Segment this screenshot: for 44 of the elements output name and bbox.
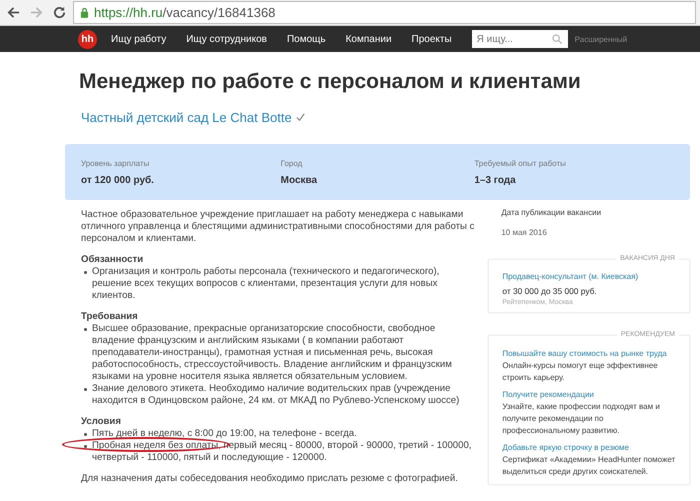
bullet-dot — [84, 388, 87, 391]
publication-date-label: Дата публикации вакансии — [501, 208, 602, 217]
nav-link[interactable]: Компании — [346, 34, 392, 44]
recommendation-link[interactable]: Получите рекомендации — [502, 390, 679, 399]
description-text: Частное образовательное учреждение приглашает на работу менеджера с навыками отличного управленца и блестящими административными способностями для работы с персоналом и клиентами. — [81, 209, 476, 245]
company-link[interactable]: Частный детский сад Le Chat Botte — [81, 110, 292, 125]
bullet-dot — [84, 445, 87, 448]
list-item-text: Пять дней в неделю, с 8:00 до 19:00, на телефоне - всегда. — [92, 428, 358, 440]
section-heading: Обязанности — [81, 254, 144, 266]
summary-value: от 120 000 руб. — [81, 175, 155, 186]
nav-link[interactable]: Ищу сотрудников — [186, 34, 267, 44]
salary-text: от 30 000 до 35 000 руб. — [502, 286, 598, 296]
summary-label: Уровень зарплаты — [81, 159, 150, 168]
search-field[interactable]: Я ищу... — [472, 30, 568, 48]
publication-date: 10 мая 2016 — [501, 228, 548, 237]
recommendation-text: Онлайн-курсы помогут еще эффективнее строить карьеру. — [502, 360, 659, 384]
vacancy-title: Менеджер по работе с персоналом и клиентами — [79, 70, 582, 94]
list-item-text: Пробная неделя без оплаты, первый месяц - 80000, второй - 90000, третий - 100000, четвертый - 110000, пятый и последующие - 120000. — [92, 440, 472, 464]
padlock-icon — [80, 7, 89, 18]
url-text: https://hh.ru/vacancy/16841368 — [94, 5, 276, 20]
address-bar[interactable]: https://hh.ru/vacancy/16841368 — [73, 1, 696, 24]
bullet-dot — [84, 328, 87, 331]
recommendation-link[interactable]: Добавьте яркую строчку в резюме — [502, 443, 679, 452]
recommendation-text: Узнайте, какие профессии подходят вам и получите рекомендации по профессиональному развитию. — [502, 401, 661, 437]
summary-value: Москва — [280, 175, 318, 186]
description-text: Для назначения даты собеседования необходимо прислать резюме с фотографией. — [81, 473, 459, 485]
bullet-dot — [84, 271, 87, 274]
site-logo[interactable]: hh — [78, 30, 97, 48]
advanced-search-link[interactable]: Расширенный — [574, 34, 628, 44]
bullet-dot — [84, 433, 87, 436]
nav-link[interactable]: Ищу работу — [111, 34, 166, 44]
nav-link[interactable]: Помощь — [286, 34, 326, 44]
recommendation-text: Сертификат «Академии» HeadHunter поможет выделиться среди других соискателей. — [502, 454, 676, 478]
summary-label: Город — [280, 159, 304, 168]
vacancy-link[interactable]: Продавец-консультант (м. Киевская) — [502, 272, 679, 281]
summary-label: Требуемый опыт работы — [474, 159, 567, 168]
summary-value: 1–3 года — [474, 175, 517, 186]
section-heading: Требования — [81, 311, 139, 323]
nav-link[interactable]: Проекты — [412, 34, 452, 44]
list-item-text: Высшее образование, прекрасные организаторские способности, свободное владение французским и английским языками ( в компании работают преподаватели-иностранцы), грамотная устная и письменная речь, высокая работоспособность, стрессоустойчивость. Владение английским и французским языками на уровне носителя языка является обязательным условием. — [92, 323, 453, 383]
recommendation-link[interactable]: Повышайте вашу стоимость на рынке труда — [502, 349, 679, 358]
list-item-text: Знание делового этикета. Необходимо наличие водительских прав (учреждение находится в Одинцовском районе, 24 км. от МКАД по Рублево-Успенскому шоссе) — [92, 383, 460, 407]
section-heading: Условия — [81, 416, 122, 428]
list-item-text: Организация и контроль работы персонала (технического и педагогического), решение всех текущих вопросов с клиентами, презентация услуги для новых клиентов. — [92, 266, 440, 302]
